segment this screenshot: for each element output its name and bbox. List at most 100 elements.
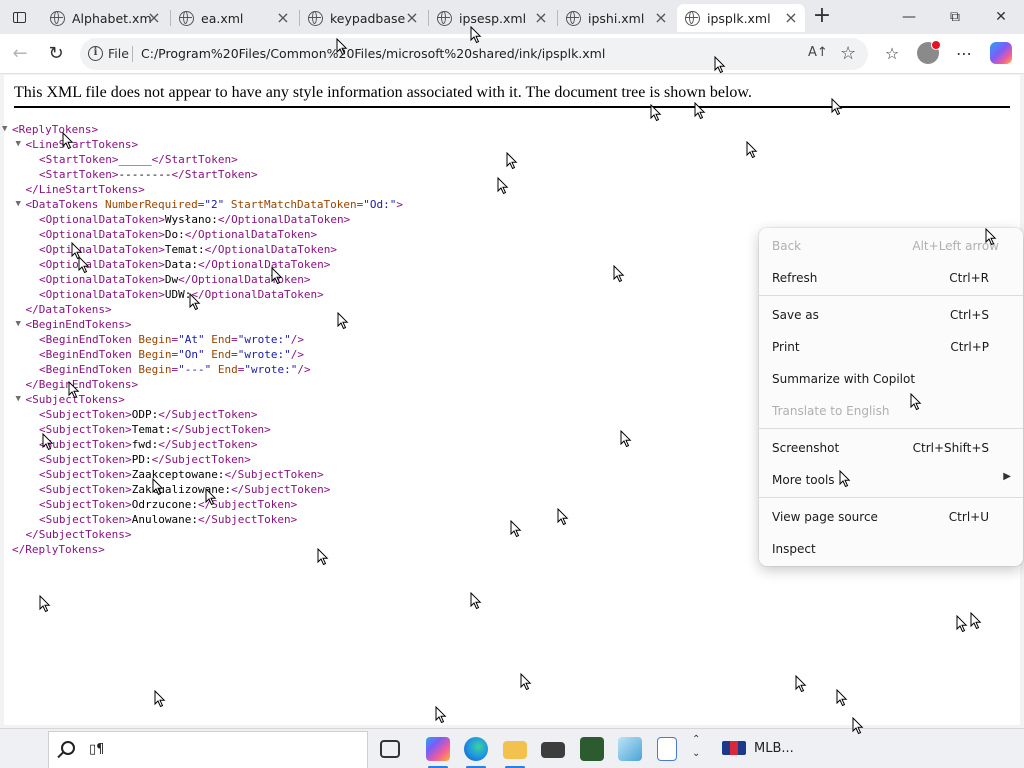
close-window-button[interactable]: ✕ bbox=[978, 4, 1024, 30]
app-icon[interactable] bbox=[618, 737, 642, 761]
mouse-cursor-icon bbox=[317, 548, 329, 566]
tab-ea[interactable]: ea.xml × bbox=[171, 4, 297, 32]
xml-tag: <OptionalDataToken> bbox=[39, 243, 165, 256]
xml-tree-line: <OptionalDataToken>Dw</OptionalDataToken… bbox=[39, 272, 311, 287]
mouse-cursor-icon bbox=[520, 673, 532, 691]
xml-tag: <BeginEndToken bbox=[39, 333, 139, 346]
copilot-taskbar-icon[interactable] bbox=[426, 737, 450, 761]
xml-tag: <OptionalDataToken> bbox=[39, 228, 165, 241]
collapse-toggle-icon[interactable]: ▼ bbox=[16, 137, 21, 152]
xml-tree-line: <SubjectToken>PD:</SubjectToken> bbox=[39, 452, 251, 467]
favorites-button[interactable]: ☆ bbox=[880, 42, 904, 66]
xml-tag: </OptionalDataToken> bbox=[178, 273, 311, 286]
menu-item-label: Print bbox=[772, 340, 800, 354]
read-aloud-icon[interactable]: A↑ bbox=[808, 45, 828, 60]
document-app-icon[interactable] bbox=[657, 737, 677, 761]
menu-item-screenshot[interactable]: Screenshot Ctrl+Shift+S bbox=[759, 433, 1023, 463]
xml-tag: <DataTokens bbox=[25, 198, 105, 211]
taskbar-search[interactable]: ▯¶ bbox=[48, 731, 368, 768]
url-text[interactable]: C:/Program%20Files/Common%20Files/micros… bbox=[141, 46, 605, 61]
close-tab-button[interactable]: × bbox=[653, 10, 669, 26]
tab-title: keypadbase bbox=[330, 10, 406, 26]
mouse-cursor-icon bbox=[337, 312, 349, 330]
tab-title: Alphabet.xml bbox=[72, 10, 152, 26]
xml-tree-line: <SubjectToken>Temat:</SubjectToken> bbox=[39, 422, 271, 437]
collapse-toggle-icon[interactable]: ▼ bbox=[2, 122, 7, 137]
task-view-icon[interactable] bbox=[380, 740, 400, 758]
xml-text: Do: bbox=[164, 228, 185, 241]
menu-item-shortcut: Ctrl+U bbox=[948, 510, 989, 524]
globe-icon bbox=[308, 10, 323, 26]
tab-keypadbase[interactable]: keypadbase × bbox=[300, 4, 426, 32]
collapse-toggle-icon[interactable]: ▼ bbox=[16, 392, 21, 407]
xml-tag: </OptionalDataToken> bbox=[197, 258, 331, 271]
mouse-cursor-icon bbox=[795, 675, 807, 693]
mail-icon[interactable] bbox=[541, 742, 565, 758]
info-icon[interactable]: i bbox=[88, 46, 103, 61]
new-tab-button[interactable]: + bbox=[811, 5, 833, 27]
close-tab-button[interactable]: × bbox=[404, 10, 420, 26]
back-button[interactable]: ← bbox=[8, 42, 32, 66]
profile-avatar[interactable] bbox=[917, 40, 941, 64]
tab-ipsesp[interactable]: ipsesp.xml × bbox=[429, 4, 555, 32]
mouse-cursor-icon bbox=[336, 38, 348, 56]
mlb-news-widget[interactable]: MLB... bbox=[754, 741, 794, 756]
menu-item-shortcut: Ctrl+R bbox=[949, 271, 989, 285]
xml-tree-line: </SubjectTokens> bbox=[26, 527, 132, 542]
menu-separator bbox=[759, 428, 1023, 429]
menu-item-print[interactable]: Print Ctrl+P bbox=[759, 332, 1023, 362]
system-tray-chevron-icon[interactable]: ⌃ ⌄ bbox=[692, 733, 700, 761]
mouse-cursor-icon bbox=[694, 102, 706, 120]
close-tab-button[interactable]: × bbox=[275, 10, 291, 26]
close-tab-button[interactable]: × bbox=[783, 10, 799, 26]
refresh-button[interactable]: ↻ bbox=[44, 42, 68, 66]
mouse-cursor-icon bbox=[435, 706, 447, 724]
xml-tag: </OptionalDataToken> bbox=[204, 243, 338, 256]
globe-icon bbox=[437, 10, 452, 26]
xml-tree-line: <OptionalDataToken>Do:</OptionalDataToke… bbox=[39, 227, 317, 242]
search-icon bbox=[61, 741, 75, 755]
collapse-toggle-icon[interactable]: ▼ bbox=[16, 317, 21, 332]
edge-icon[interactable] bbox=[464, 737, 488, 761]
tab-alphabet[interactable]: Alphabet.xml × bbox=[42, 4, 168, 32]
xml-tree-line: ▼ <LineStartTokens> bbox=[16, 137, 139, 152]
tab-ipshi[interactable]: ipshi.xml × bbox=[558, 4, 675, 32]
xml-tree-line: </LineStartTokens> bbox=[26, 182, 145, 197]
xml-tag: </StartToken> bbox=[171, 168, 258, 181]
mouse-cursor-icon bbox=[510, 520, 522, 538]
menu-item-shortcut: Ctrl+Shift+S bbox=[912, 441, 989, 455]
xml-tree-line: </BeginEndTokens> bbox=[26, 377, 139, 392]
minimize-button[interactable]: — bbox=[886, 4, 932, 30]
menu-item-save-as[interactable]: Save as Ctrl+S bbox=[759, 300, 1023, 330]
tab-ipsplk[interactable]: ipsplk.xml × bbox=[677, 4, 805, 32]
xml-tag: <SubjectToken> bbox=[39, 513, 132, 526]
xml-text: Zaakceptowane: bbox=[131, 468, 225, 481]
star-icon[interactable]: ☆ bbox=[840, 43, 856, 64]
restore-button[interactable]: ⧉ bbox=[932, 4, 978, 30]
xml-style-notice: This XML file does not appear to have an… bbox=[14, 84, 752, 101]
xml-text: ODP: bbox=[131, 408, 159, 421]
menu-item-summarize-copilot[interactable]: Summarize with Copilot bbox=[759, 364, 1023, 394]
xml-tag: <BeginEndToken bbox=[39, 363, 139, 376]
settings-more-button[interactable]: ⋯ bbox=[952, 42, 976, 66]
xml-attr-name: StartMatchDataToken bbox=[230, 198, 357, 211]
menu-item-back: Back Alt+Left arrow bbox=[759, 231, 1023, 261]
xml-text: PD: bbox=[131, 453, 152, 466]
tab-actions-button[interactable] bbox=[8, 6, 30, 28]
xml-attr-value: "wrote:" bbox=[237, 333, 291, 346]
menu-item-refresh[interactable]: Refresh Ctrl+R bbox=[759, 263, 1023, 293]
menu-item-view-source[interactable]: View page source Ctrl+U bbox=[759, 502, 1023, 532]
menu-item-inspect[interactable]: Inspect bbox=[759, 534, 1023, 564]
copilot-icon[interactable] bbox=[990, 42, 1012, 64]
mouse-cursor-icon bbox=[557, 508, 569, 526]
close-tab-button[interactable]: × bbox=[146, 10, 162, 26]
xml-tag: <SubjectToken> bbox=[39, 468, 132, 481]
xml-attr-value: "At" bbox=[178, 333, 205, 346]
close-tab-button[interactable]: × bbox=[533, 10, 549, 26]
game-app-icon[interactable] bbox=[580, 737, 604, 761]
menu-item-more-tools[interactable]: More tools ▶ bbox=[759, 465, 1023, 495]
xml-tag: <BeginEndToken bbox=[39, 348, 139, 361]
file-explorer-icon[interactable] bbox=[503, 741, 527, 759]
collapse-toggle-icon[interactable]: ▼ bbox=[16, 197, 21, 212]
xml-attr-name: Begin bbox=[138, 333, 172, 346]
